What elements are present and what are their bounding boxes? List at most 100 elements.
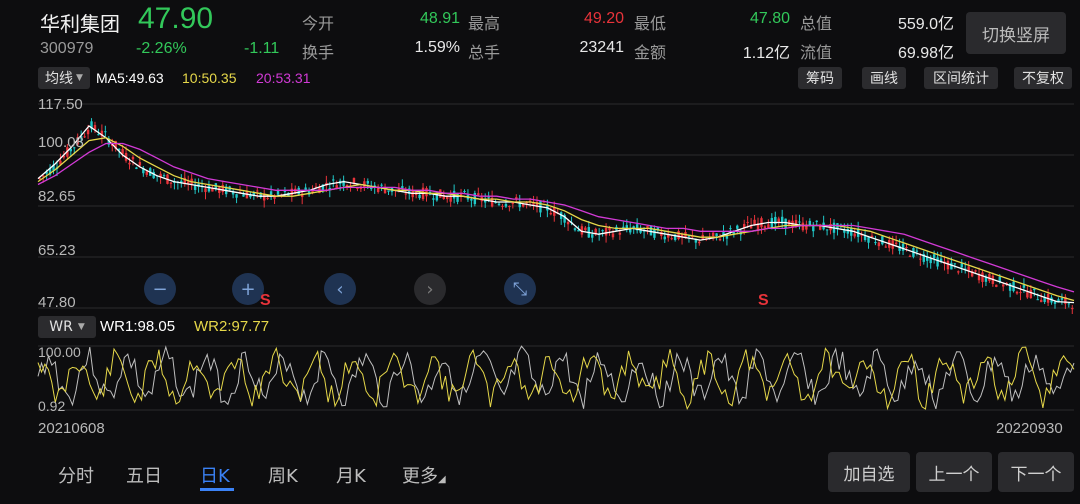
candle-body xyxy=(812,226,815,232)
candle-body xyxy=(387,190,390,192)
scroll-right-button[interactable]: › xyxy=(414,273,446,305)
price-change: -1.11 xyxy=(244,40,280,57)
candle-body xyxy=(1039,299,1043,303)
chips-button[interactable]: 筹码 xyxy=(798,67,842,89)
candle-body xyxy=(401,186,404,189)
candle-body xyxy=(960,263,963,268)
stat-value-open: 48.91 xyxy=(419,10,460,27)
candle-body xyxy=(622,226,625,228)
tab-intraday[interactable]: 分时 xyxy=(58,462,94,488)
sell-signal: S xyxy=(260,292,271,309)
end-date: 20220930 xyxy=(996,420,1063,437)
candle-body xyxy=(332,179,335,181)
candle-body xyxy=(487,196,490,198)
candle-body xyxy=(1022,284,1026,288)
switch-portrait-button[interactable]: 切换竖屏 xyxy=(966,12,1066,54)
ma-lines xyxy=(37,125,1075,304)
candle-body xyxy=(894,242,898,245)
no-adjust-button[interactable]: 不复权 xyxy=(1014,67,1072,89)
next-stock-button[interactable]: 下一个 xyxy=(998,452,1074,492)
candle-body xyxy=(515,197,518,199)
stat-label-amount: 金额 xyxy=(634,43,667,62)
candle-body xyxy=(352,178,356,183)
tab-five-day[interactable]: 五日 xyxy=(126,462,162,488)
candle-body xyxy=(953,263,957,265)
stat-label-total-value: 总值 xyxy=(800,14,833,33)
candle-body xyxy=(283,190,287,192)
candle-body xyxy=(145,171,148,175)
wr2-readout: WR2:97.77 xyxy=(194,318,270,335)
candle-body xyxy=(463,190,466,192)
wr1-readout: WR1:98.05 xyxy=(100,318,176,335)
stat-value-amount: 1.12亿 xyxy=(742,45,790,62)
scroll-left-button[interactable]: ‹ xyxy=(324,273,356,305)
candle-body xyxy=(1036,299,1039,301)
candle-body xyxy=(549,212,553,215)
candle-body xyxy=(470,198,473,201)
candle-body xyxy=(276,190,280,195)
candle-body xyxy=(566,222,570,225)
candle-body xyxy=(874,242,877,244)
candle-body xyxy=(380,184,383,186)
candle-body xyxy=(884,246,888,248)
candle-body xyxy=(1033,288,1036,291)
candle-body xyxy=(1015,291,1019,294)
line-type-selector[interactable]: 均线 ▼ xyxy=(38,67,90,89)
candle-body xyxy=(929,258,932,264)
chart-grid xyxy=(38,103,1074,309)
candle-body xyxy=(746,221,749,223)
stock-name: 华利集团 xyxy=(40,12,120,36)
axis-label-4: 65.23 xyxy=(38,242,76,259)
candle-body xyxy=(477,193,480,196)
candle-body xyxy=(698,241,701,244)
candle-body xyxy=(1067,303,1071,305)
candle-body xyxy=(798,221,801,223)
axis-label-1: 117.50 xyxy=(38,96,83,113)
candle-body xyxy=(957,271,960,273)
candle-body xyxy=(591,234,594,238)
range-stats-button[interactable]: 区间统计 xyxy=(924,67,998,89)
candle-body xyxy=(508,206,511,208)
collapse-icon[interactable]: ⤡ xyxy=(504,273,536,305)
add-watchlist-button[interactable]: 加自选 xyxy=(828,452,910,492)
stat-label-turnover: 换手 xyxy=(302,43,335,62)
indicator-selector[interactable]: WR ▼ xyxy=(38,316,96,338)
previous-stock-button[interactable]: 上一个 xyxy=(916,452,992,492)
quote-header: 华利集团 47.90 300979 -2.26% -1.11 今开 48.91 … xyxy=(0,0,1080,66)
axis-label-5: 47.80 xyxy=(38,294,76,311)
tab-weekly-k[interactable]: 周K xyxy=(268,462,298,488)
candle-body xyxy=(584,227,587,231)
axis-label-3: 82.65 xyxy=(38,188,76,205)
candle-body xyxy=(104,131,107,133)
wr-chart[interactable] xyxy=(0,338,1080,418)
candle-body xyxy=(432,198,435,200)
stat-label-high: 最高 xyxy=(468,14,501,33)
candle-body xyxy=(162,175,166,177)
candle-body xyxy=(501,205,504,207)
tab-monthly-k[interactable]: 月K xyxy=(336,462,366,488)
candle-body xyxy=(853,233,856,237)
tab-more[interactable]: 更多◢ xyxy=(402,462,446,488)
candle-body xyxy=(1026,292,1029,298)
zoom-out-button[interactable]: − xyxy=(144,273,176,305)
candle-body xyxy=(601,230,604,232)
candle-body xyxy=(936,257,939,267)
candle-body xyxy=(1053,301,1057,304)
candle-body xyxy=(128,162,131,165)
tab-daily-k[interactable]: 日K xyxy=(200,462,230,488)
candle-body xyxy=(670,238,673,240)
candle-body xyxy=(256,190,259,192)
candle-body xyxy=(974,270,977,272)
start-date: 20210608 xyxy=(38,420,105,437)
candle-body xyxy=(729,228,732,230)
dropdown-icon: ▼ xyxy=(76,73,83,83)
draw-line-button[interactable]: 画线 xyxy=(862,67,906,89)
stat-label-open: 今开 xyxy=(302,14,335,33)
candle-body xyxy=(169,182,173,184)
candle-body xyxy=(663,236,666,240)
candle-body xyxy=(653,228,656,238)
candle-body xyxy=(504,203,508,207)
candle-body xyxy=(383,189,387,194)
ma-series-line-2 xyxy=(37,142,1075,293)
candle-body xyxy=(446,196,449,200)
